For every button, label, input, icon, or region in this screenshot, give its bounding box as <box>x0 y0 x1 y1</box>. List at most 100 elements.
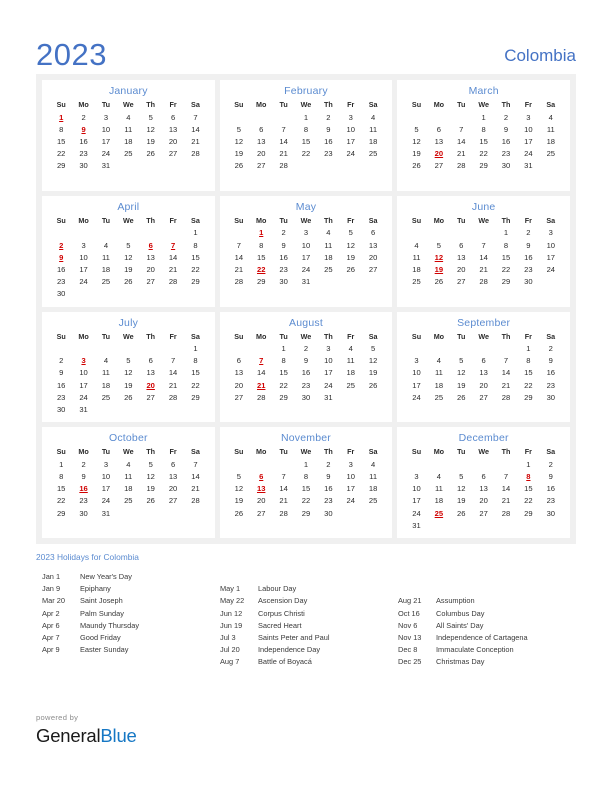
weekday-fr: Fr <box>347 447 355 457</box>
day-cell-empty <box>184 507 206 519</box>
week-row: 22 23 24 25 26 27 28 <box>50 495 207 507</box>
holiday-list-item: Jun 12 Corpus Christi <box>220 608 330 620</box>
holiday-list-item: Jul 20 Independence Day <box>220 644 330 656</box>
week-row: 12 <box>405 343 562 355</box>
day-cell-holiday: 6 <box>259 472 264 482</box>
holiday-list-item: May 22 Ascension Day <box>220 595 330 607</box>
day-cell: 26 <box>146 496 155 506</box>
holiday-list-item: Apr 2 Palm Sunday <box>42 608 139 620</box>
day-cell-empty <box>340 276 362 288</box>
weekday-mo: Mo <box>78 215 89 225</box>
holiday-name: New Year's Day <box>80 572 132 581</box>
holiday-date: Jul 3 <box>220 632 236 642</box>
day-cell: 12 <box>457 368 466 378</box>
day-cell: 12 <box>234 484 244 494</box>
day-cell-empty <box>517 519 539 531</box>
holiday-list-item: Jun 19 Sacred Heart <box>220 620 330 632</box>
day-cell: 18 <box>346 368 355 378</box>
week-row: 26 27 28 29 30 <box>228 507 385 519</box>
day-cell: 11 <box>101 368 110 378</box>
day-cell: 21 <box>501 496 511 506</box>
day-cell: 18 <box>101 380 111 390</box>
day-cell: 27 <box>256 508 266 518</box>
holiday-list-item: Oct 16 Columbus Day <box>398 608 528 620</box>
day-cell-empty <box>272 111 294 123</box>
day-cell-empty <box>450 343 472 355</box>
day-cell: 26 <box>368 380 378 390</box>
day-cell-empty <box>140 403 162 415</box>
day-cell-empty <box>228 227 250 239</box>
day-cell-empty <box>405 111 427 123</box>
weekday-fr: Fr <box>347 331 355 341</box>
month-title: April <box>117 200 140 213</box>
week-row: 10 11 12 13 14 15 16 <box>405 367 562 379</box>
day-cell-holiday: 2 <box>59 240 64 250</box>
holiday-list-item: Jul 3 Saints Peter and Paul <box>220 632 330 644</box>
day-cell-holiday: 3 <box>81 356 86 366</box>
holiday-date: Aug 7 <box>220 657 240 667</box>
weekday-su: Su <box>56 215 66 225</box>
week-row: 16 17 18 19 20 21 22 <box>50 263 207 275</box>
day-cell-holiday: 21 <box>256 380 266 390</box>
month-title: January <box>108 85 148 97</box>
weekday-we: We <box>122 215 134 225</box>
day-cell: 20 <box>146 264 155 274</box>
day-cell: 19 <box>124 380 133 390</box>
holiday-list-item: Jan 9 Epiphany <box>42 583 139 595</box>
day-cell: 13 <box>168 472 178 482</box>
day-cell: 28 <box>279 161 288 171</box>
weekday-mo: Mo <box>78 331 89 341</box>
day-cell: 4 <box>414 240 419 250</box>
day-cell: 26 <box>234 161 244 171</box>
week-row: 3 4 5 6 7 8 9 <box>405 355 562 367</box>
day-cell-empty <box>428 111 450 123</box>
month-title: October <box>108 432 148 445</box>
day-cell: 24 <box>524 149 533 159</box>
day-cell: 31 <box>101 508 111 518</box>
day-cell-empty <box>72 288 94 300</box>
weekday-fr: Fr <box>524 447 532 457</box>
day-cell: 1 <box>59 459 64 469</box>
day-cell: 18 <box>434 380 444 390</box>
weekday-su: Su <box>234 215 244 225</box>
day-cell: 21 <box>457 149 466 159</box>
weekday-th: Th <box>146 331 156 341</box>
day-cell-empty <box>50 227 72 239</box>
day-cell-empty <box>405 227 427 239</box>
day-cell: 16 <box>324 136 333 146</box>
weekday-tu: Tu <box>101 447 111 457</box>
day-cell: 17 <box>324 368 333 378</box>
day-cell: 25 <box>346 380 355 390</box>
month-title: May <box>295 200 317 213</box>
day-cell: 8 <box>259 240 264 250</box>
weekday-su: Su <box>234 331 244 341</box>
month-title: February <box>284 85 328 97</box>
day-cell-empty <box>162 160 184 172</box>
day-cell: 29 <box>56 161 66 171</box>
day-cell: 2 <box>281 228 286 238</box>
week-row: 1 2 3 4 5 6 7 <box>50 458 207 470</box>
day-cell-empty <box>540 519 562 531</box>
week-row: 1 2 3 4 <box>405 111 562 123</box>
holiday-list-item: Aug 21 Assumption <box>398 595 528 607</box>
day-cell: 23 <box>501 149 511 159</box>
holiday-name: Christmas Day <box>436 657 485 667</box>
weekday-we: We <box>478 100 489 109</box>
week-row: 5 6 7 8 9 10 11 <box>228 123 385 135</box>
week-row: 1 2 3 4 <box>228 111 385 123</box>
powered-by-label: powered by <box>36 713 79 722</box>
holiday-date: Jun 19 <box>220 620 243 630</box>
weekday-su: Su <box>411 331 422 341</box>
day-cell: 11 <box>434 484 443 494</box>
day-cell: 3 <box>303 228 309 238</box>
weekday-mo: Mo <box>433 100 445 109</box>
holiday-date: Apr 7 <box>42 632 60 642</box>
day-cell: 14 <box>279 136 288 146</box>
day-cell: 11 <box>369 472 378 482</box>
day-cell: 5 <box>371 344 376 354</box>
weekday-we: We <box>300 100 312 109</box>
generalblue-logo[interactable]: GeneralBlue <box>36 724 336 747</box>
weekday-header-row: Su Mo Tu We Th Fr Sa <box>405 446 562 458</box>
holiday-name: Independence of Cartagena <box>436 632 528 642</box>
holiday-name: All Saints' Day <box>436 620 484 630</box>
